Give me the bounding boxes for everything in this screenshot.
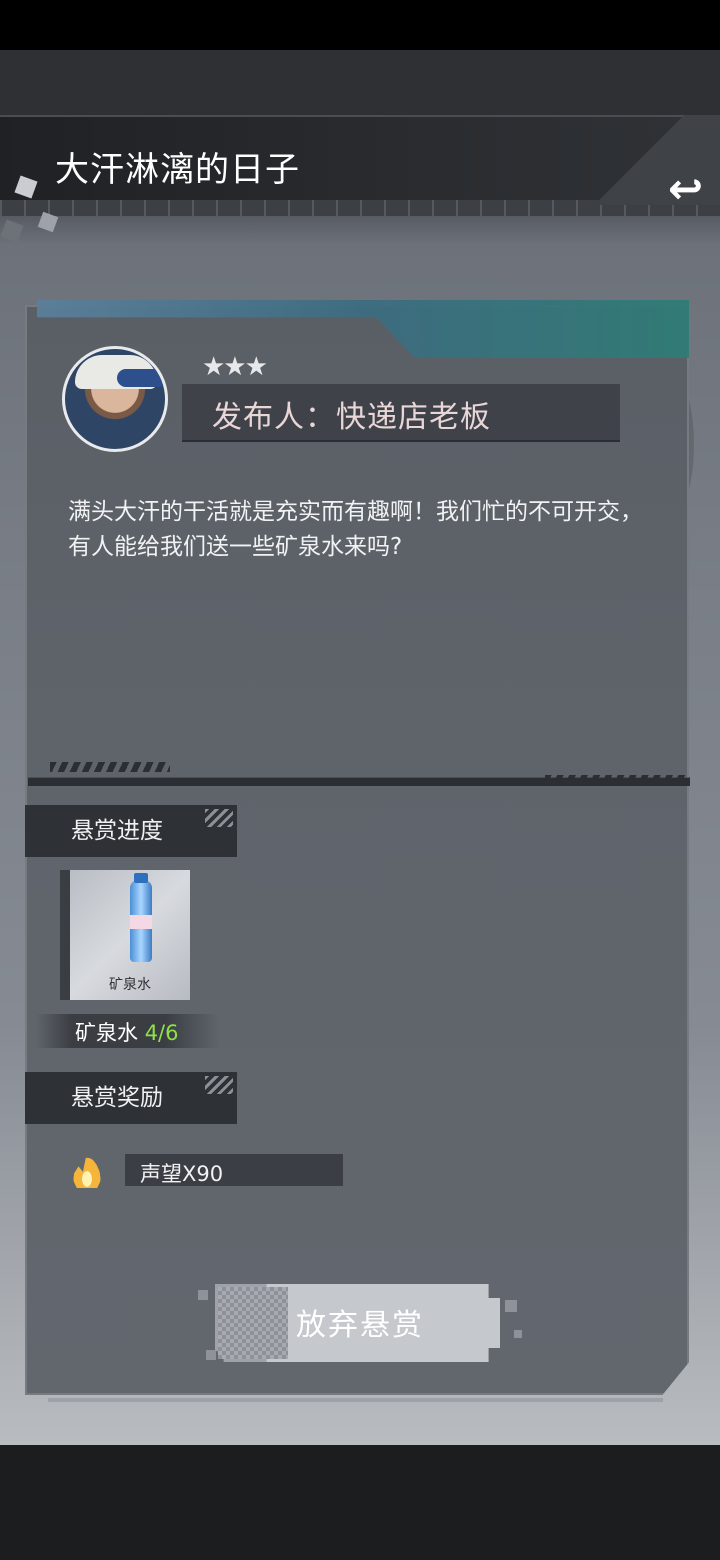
item-card-water[interactable]: 矿泉水 [60, 870, 190, 1000]
footer-line [48, 1398, 663, 1402]
abandon-quest-label[interactable]: 放弃悬赏 [215, 1300, 505, 1344]
publisher-avatar [62, 346, 168, 452]
status-bar [0, 0, 720, 50]
item-count-value: 4/6 [144, 1021, 179, 1045]
button-decor-square [198, 1290, 208, 1300]
back-icon[interactable]: ↩ [668, 168, 703, 210]
progress-section-label: 悬赏进度 [25, 805, 237, 857]
publisher-label: 发布人：快递店老板 [212, 400, 491, 435]
item-name: 矿泉水 [75, 1021, 138, 1045]
difficulty-stars: ★★★ [202, 352, 268, 382]
divider-stripes [545, 775, 690, 785]
bottle-cap [134, 873, 148, 883]
button-decor-square [505, 1300, 517, 1312]
divider-stripes [50, 762, 170, 772]
item-count: 矿泉水 4/6 [75, 1017, 178, 1047]
button-decor-square [206, 1350, 216, 1360]
navigation-bar [0, 1445, 720, 1560]
page-title: 大汗淋漓的日子 [55, 150, 300, 190]
reward-section-label: 悬赏奖励 [25, 1072, 237, 1124]
quest-description: 满头大汗的干活就是充实而有趣啊！我们忙的不可开交，有人能给我们送一些矿泉水来吗? [68, 499, 643, 560]
item-card-name: 矿泉水 [109, 977, 151, 993]
button-decor-square [514, 1330, 522, 1338]
avatar-cap-brim [117, 369, 165, 387]
bottle-label [130, 915, 152, 929]
reward-text: 声望X90 [140, 1162, 224, 1186]
